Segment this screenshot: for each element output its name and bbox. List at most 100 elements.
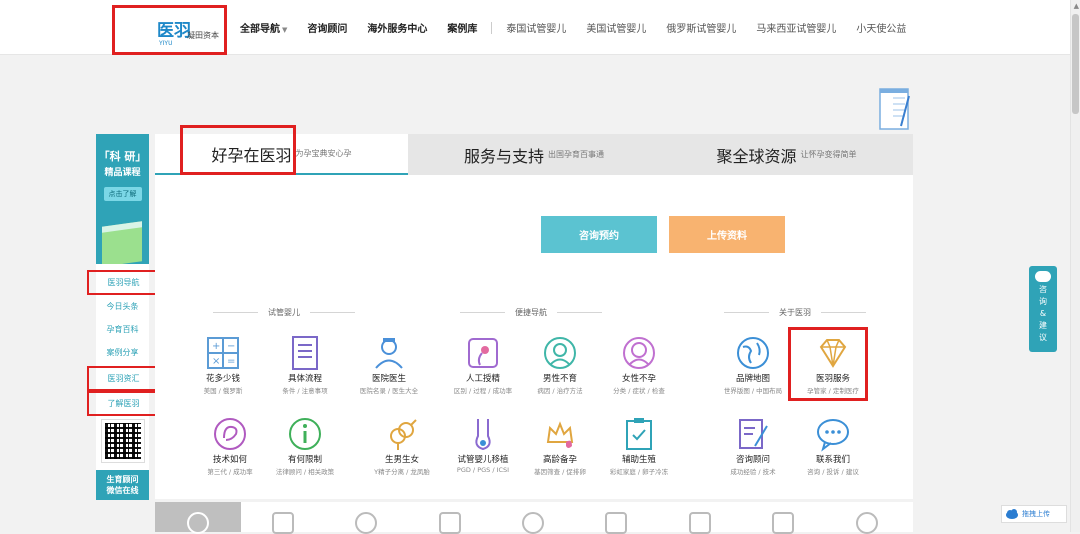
logo[interactable]: 医羽 凝田资本 YIYU	[112, 5, 227, 55]
cloud-icon	[1006, 509, 1018, 519]
scrollbar[interactable]: ▲	[1070, 0, 1080, 532]
nav-item-advanced-age[interactable]: 高龄备孕 基因筛查 / 促排卵	[525, 416, 595, 476]
logo-english: YIYU	[159, 40, 173, 47]
feedback-note[interactable]	[877, 86, 915, 134]
nav-item-female-infertility[interactable]: 女性不孕 分类 / 症状 / 检查	[604, 335, 674, 395]
nav-item-assisted-reproduction[interactable]: 辅助生殖彩虹家庭 / 卵子冷冻	[604, 416, 674, 476]
tab-global-resources[interactable]: 聚全球资源 让怀孕变得简单	[660, 134, 913, 175]
nav-russia-ivf[interactable]: 俄罗斯试管婴儿	[666, 20, 736, 35]
doctor-icon	[375, 338, 403, 369]
item-subtitle: 成功经验 / 技术	[730, 468, 776, 476]
item-subtitle: 区别 / 过程 / 成功率	[453, 387, 513, 395]
nav-item-male-infertility[interactable]: 男性不育病因 / 治疗方法	[525, 335, 595, 395]
ad-subtitle: 精品课程	[104, 168, 141, 178]
calendar-icon[interactable]	[689, 512, 711, 534]
test-tube-icon	[475, 419, 491, 451]
nav-item-ivf-transfer[interactable]: 试管婴儿移植 PGD / PGS / ICSI	[448, 416, 518, 474]
shield-icon[interactable]	[355, 512, 377, 534]
scroll-thumb[interactable]	[1072, 14, 1079, 114]
info-icon	[289, 418, 321, 450]
pen-paper-icon	[739, 419, 768, 449]
item-title: 具体流程	[287, 374, 322, 384]
nav-malaysia-ivf[interactable]: 马来西亚试管婴儿	[756, 20, 836, 35]
consult-suggest-widget[interactable]: 咨询 & 建议	[1029, 266, 1057, 352]
sidebar-links: 医羽导航 今日头条 孕育百科 案例分享 医羽资汇 了解医羽	[87, 264, 160, 416]
main-nav: 全部导航 ▼ 咨询顾问 海外服务中心 案例库 泰国试管婴儿 美国试管婴儿 俄罗斯试…	[240, 0, 926, 55]
nav-item-technology[interactable]: 技术如何 第三代 / 成功率	[195, 416, 265, 476]
calculator-icon: + −× =	[207, 337, 239, 369]
svg-text:=: =	[227, 356, 235, 367]
nav-charity[interactable]: 小天使公益	[856, 20, 906, 35]
nav-usa-ivf[interactable]: 美国试管婴儿	[586, 20, 646, 35]
nav-item-gender-selection[interactable]: 生男生女 Y精子分离 / 龙凤胎	[367, 416, 437, 476]
edit-icon[interactable]	[272, 512, 294, 534]
cap-icon[interactable]	[605, 512, 627, 534]
tab-title: 聚全球资源	[716, 146, 797, 166]
item-title: 花多少钱	[205, 374, 240, 384]
item-title: 男性不育	[542, 374, 577, 384]
logo-subtitle: 凝田资本	[187, 31, 219, 40]
item-title: 医院医生	[371, 374, 406, 384]
item-title: 联系我们	[815, 455, 850, 465]
item-subtitle: 分类 / 症状 / 检查	[613, 387, 665, 395]
item-title: 有何限制	[287, 455, 322, 465]
nav-item-artificial-insemination[interactable]: 人工授精区别 / 过程 / 成功率	[448, 335, 518, 395]
item-title: 试管婴儿移植	[457, 455, 509, 465]
wechat-consult-line2: 微信在线	[106, 486, 139, 495]
consult-appointment-button[interactable]: 咨询预约	[541, 216, 657, 253]
clock-icon[interactable]	[187, 512, 209, 534]
list-icon[interactable]	[439, 512, 461, 534]
refresh-icon[interactable]	[856, 512, 878, 534]
nav-item-brand-map[interactable]: 品牌地图 世界版图 / 中国布局	[718, 335, 788, 395]
tab-subtitle: 为孕宝典安心孕	[295, 149, 352, 158]
item-subtitle: 世界版图 / 中国布局	[723, 387, 783, 395]
left-sidebar: 「科 研」 精品课程 点击了解 医羽导航 今日头条 孕育百科 案例分享 医羽资汇…	[87, 134, 160, 500]
sidebar-item-encyclopedia[interactable]: 孕育百科	[96, 318, 149, 341]
scroll-up-icon[interactable]: ▲	[1074, 2, 1079, 10]
item-title: 人工授精	[465, 374, 500, 384]
crown-icon	[546, 421, 574, 448]
item-title: 咨询顾问	[735, 455, 770, 465]
tab-subtitle: 出国孕育百事通	[548, 150, 604, 159]
sperm-icon	[468, 338, 498, 368]
nav-item-consultant[interactable]: 咨询顾问成功经验 / 技术	[718, 416, 788, 476]
tab-subtitle: 让怀孕变得简单	[800, 150, 857, 159]
nav-consultant[interactable]: 咨询顾问	[307, 20, 347, 35]
main-panel: 咨询预约 上传资料 试管婴儿 便捷导航 关于医羽 + − × = 花多少钱 美国 / 俄罗…	[155, 175, 913, 499]
item-subtitle: 彩虹家庭 / 卵子冷冻	[609, 468, 669, 476]
qr-code	[100, 419, 145, 463]
document-icon[interactable]	[772, 512, 794, 534]
nav-item-hospital-doctor[interactable]: 医院医生 医院名录 / 医生大全	[354, 335, 424, 395]
item-title: 辅助生殖	[621, 455, 656, 465]
drag-upload-button[interactable]: 拖拽上传	[1001, 505, 1067, 523]
sidebar-item-about[interactable]: 了解医羽	[87, 391, 160, 416]
item-subtitle: Y精子分离 / 龙凤胎	[374, 468, 430, 476]
book-icon	[102, 221, 142, 264]
nav-thailand-ivf[interactable]: 泰国试管婴儿	[506, 20, 566, 35]
wechat-consult-line1: 生育顾问	[106, 475, 139, 484]
notepad-icon	[879, 88, 910, 130]
sidebar-item-resources[interactable]: 医羽资汇	[87, 366, 160, 391]
nav-item-process[interactable]: 具体流程 条件 / 注意事项	[270, 335, 340, 395]
item-subtitle: 美国 / 俄罗斯	[203, 387, 243, 395]
nav-all[interactable]: 全部导航 ▼	[240, 20, 287, 35]
nav-overseas-center[interactable]: 海外服务中心	[367, 20, 427, 35]
nav-item-cost[interactable]: + − × = 花多少钱美国 / 俄罗斯	[188, 335, 258, 395]
nav-cases[interactable]: 案例库	[447, 20, 477, 35]
drag-upload-label: 拖拽上传	[1022, 510, 1050, 518]
upload-materials-button[interactable]: 上传资料	[669, 216, 785, 253]
wechat-consult[interactable]: 生育顾问 微信在线	[96, 470, 149, 500]
tab-service-support[interactable]: 服务与支持 出国孕育百事通	[408, 134, 660, 175]
ad-learn-more-button[interactable]: 点击了解	[103, 187, 142, 201]
document-list-icon	[292, 336, 318, 370]
item-subtitle: 病因 / 治疗方法	[537, 387, 583, 395]
nav-item-restrictions[interactable]: 有何限制 法律顾问 / 相关政策	[270, 416, 340, 476]
search-icon[interactable]	[522, 512, 544, 534]
sidebar-item-cases[interactable]: 案例分享	[96, 341, 149, 364]
nav-item-contact-us[interactable]: 联系我们 咨询 / 投诉 / 建议	[798, 416, 868, 476]
column-header-about: 关于医羽	[714, 307, 876, 318]
highlight-box	[180, 125, 296, 175]
course-ad[interactable]: 「科 研」 精品课程 点击了解	[96, 134, 149, 264]
sidebar-item-headlines[interactable]: 今日头条	[96, 295, 149, 318]
sidebar-item-navigation[interactable]: 医羽导航	[87, 270, 160, 295]
